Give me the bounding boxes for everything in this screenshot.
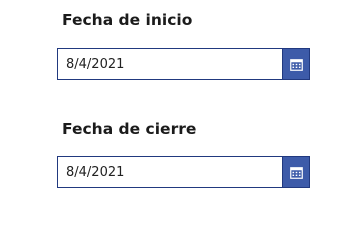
start-date-input[interactable]	[58, 49, 282, 79]
end-date-input[interactable]	[58, 157, 282, 187]
start-date-picker	[57, 48, 310, 80]
end-date-calendar-button[interactable]	[282, 157, 309, 187]
start-date-label: Fecha de inicio	[62, 11, 193, 29]
calendar-icon	[289, 166, 303, 179]
start-date-calendar-button[interactable]	[282, 49, 309, 79]
calendar-icon	[289, 58, 303, 71]
end-date-label: Fecha de cierre	[62, 120, 197, 138]
date-form: Fecha de inicio Fecha de cierre	[0, 0, 360, 227]
end-date-picker	[57, 156, 310, 188]
